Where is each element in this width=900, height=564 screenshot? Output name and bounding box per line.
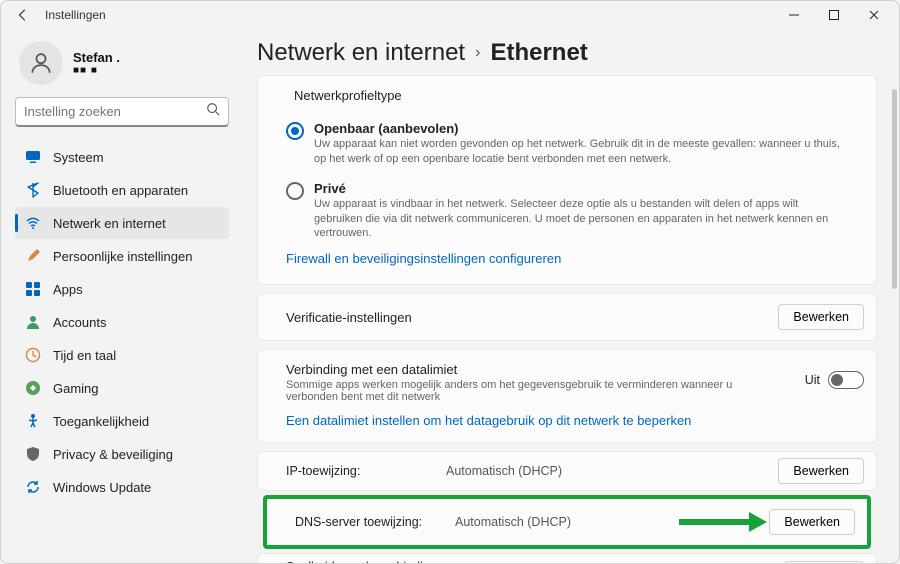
radio-private-row[interactable]: Privé Uw apparaat is vindbaar in het net… [258,177,876,244]
sidebar: Stefan . ■■ ■ Systeem Bluetooth en appar… [1,29,239,563]
nav-network[interactable]: Netwerk en internet [15,207,229,239]
panel-profile: Netwerkprofieltype Openbaar (aanbevolen)… [257,75,877,285]
nav-label: Accounts [53,315,106,330]
nav-label: Systeem [53,150,104,165]
nav-label: Gaming [53,381,99,396]
nav-accessibility[interactable]: Toegankelijkheid [15,405,229,437]
nav-gaming[interactable]: Gaming [15,372,229,404]
accessibility-icon [25,413,41,429]
close-button[interactable] [855,3,893,27]
metered-title: Verbinding met een datalimiet [286,362,793,377]
speed-copy-button[interactable]: Kopiëren [784,561,864,563]
gaming-icon [25,380,41,396]
user-email: ■■ ■ [73,65,120,76]
breadcrumb-parent[interactable]: Netwerk en internet [257,39,465,67]
settings-window: Instellingen Stefan . ■■ ■ [0,0,900,564]
nav-label: Tijd en taal [53,348,116,363]
nav-apps[interactable]: Apps [15,273,229,305]
nav-accounts[interactable]: Accounts [15,306,229,338]
nav-label: Netwerk en internet [53,216,166,231]
dns-highlight: DNS-server toewijzing: Automatisch (DHCP… [263,495,871,549]
speed-key: Snelheid van de verbinding (ontvangen/ve… [286,560,446,563]
main-content: Netwerk en internet › Ethernet Netwerkpr… [239,29,899,563]
radio-private-desc: Uw apparaat is vindbaar in het netwerk. … [314,197,848,242]
user-name: Stefan . [73,50,120,65]
panel-ip: IP-toewijzing: Automatisch (DHCP) Bewerk… [257,451,877,491]
metered-desc: Sommige apps werken mogelijk anders om h… [286,379,746,403]
nav-label: Bluetooth en apparaten [53,183,188,198]
person-icon [25,314,41,330]
nav-time[interactable]: Tijd en taal [15,339,229,371]
panel-metered: Verbinding met een datalimiet Sommige ap… [257,349,877,443]
metered-toggle[interactable] [828,371,864,389]
nav-label: Apps [53,282,83,297]
ip-value: Automatisch (DHCP) [446,464,778,478]
panel-details: Snelheid van de verbinding (ontvangen/ve… [257,553,877,563]
search-input[interactable] [24,104,206,119]
chevron-right-icon: › [475,44,480,62]
apps-icon [25,281,41,297]
window-title: Instellingen [45,8,106,22]
section-title-profile: Netwerkprofieltype [258,86,876,109]
nav-system[interactable]: Systeem [15,141,229,173]
ip-edit-button[interactable]: Bewerken [778,458,864,484]
nav-label: Persoonlijke instellingen [53,249,192,264]
verification-row: Verificatie-instellingen Bewerken [258,294,876,340]
brush-icon [25,248,41,264]
nav-label: Toegankelijkheid [53,414,149,429]
nav-update[interactable]: Windows Update [15,471,229,503]
panel-dns: DNS-server toewijzing: Automatisch (DHCP… [267,499,867,545]
dns-edit-button[interactable]: Bewerken [769,509,855,535]
nav-personalization[interactable]: Persoonlijke instellingen [15,240,229,272]
verification-edit-button[interactable]: Bewerken [778,304,864,330]
titlebar: Instellingen [1,1,899,29]
nav-list: Systeem Bluetooth en apparaten Netwerk e… [15,141,229,503]
nav-label: Privacy & beveiliging [53,447,173,462]
monitor-icon [25,149,41,165]
radio-public-label: Openbaar (aanbevolen) [314,121,848,136]
user-row[interactable]: Stefan . ■■ ■ [15,37,229,97]
nav-bluetooth[interactable]: Bluetooth en apparaten [15,174,229,206]
radio-public-row[interactable]: Openbaar (aanbevolen) Uw apparaat kan ni… [258,117,876,169]
radio-public-desc: Uw apparaat kan niet worden gevonden op … [314,137,848,167]
shield-icon [25,446,41,462]
scrollbar-thumb[interactable] [892,89,897,289]
bluetooth-icon [25,182,41,198]
verification-label: Verificatie-instellingen [286,310,778,325]
clock-icon [25,347,41,363]
metered-toggle-label: Uit [805,373,820,387]
back-button[interactable] [11,3,35,27]
wifi-icon [25,215,41,231]
panel-verification: Verificatie-instellingen Bewerken [257,293,877,341]
update-icon [25,479,41,495]
search-icon [206,102,220,121]
breadcrumb-current: Ethernet [490,39,587,67]
dns-key: DNS-server toewijzing: [295,515,455,529]
ip-key: IP-toewijzing: [286,464,446,478]
search-box[interactable] [15,97,229,127]
radio-private[interactable] [286,182,304,200]
nav-label: Windows Update [53,480,151,495]
minimize-button[interactable] [775,3,813,27]
firewall-link[interactable]: Firewall en beveiligingsinstellingen con… [258,243,876,274]
radio-public[interactable] [286,122,304,140]
nav-privacy[interactable]: Privacy & beveiliging [15,438,229,470]
radio-private-label: Privé [314,181,848,196]
breadcrumb: Netwerk en internet › Ethernet [257,37,877,75]
avatar [19,41,63,85]
scrollbar[interactable] [892,89,897,557]
metered-link[interactable]: Een datalimiet instellen om het datagebr… [258,403,876,436]
annotation-arrow-icon [677,510,767,534]
maximize-button[interactable] [815,3,853,27]
